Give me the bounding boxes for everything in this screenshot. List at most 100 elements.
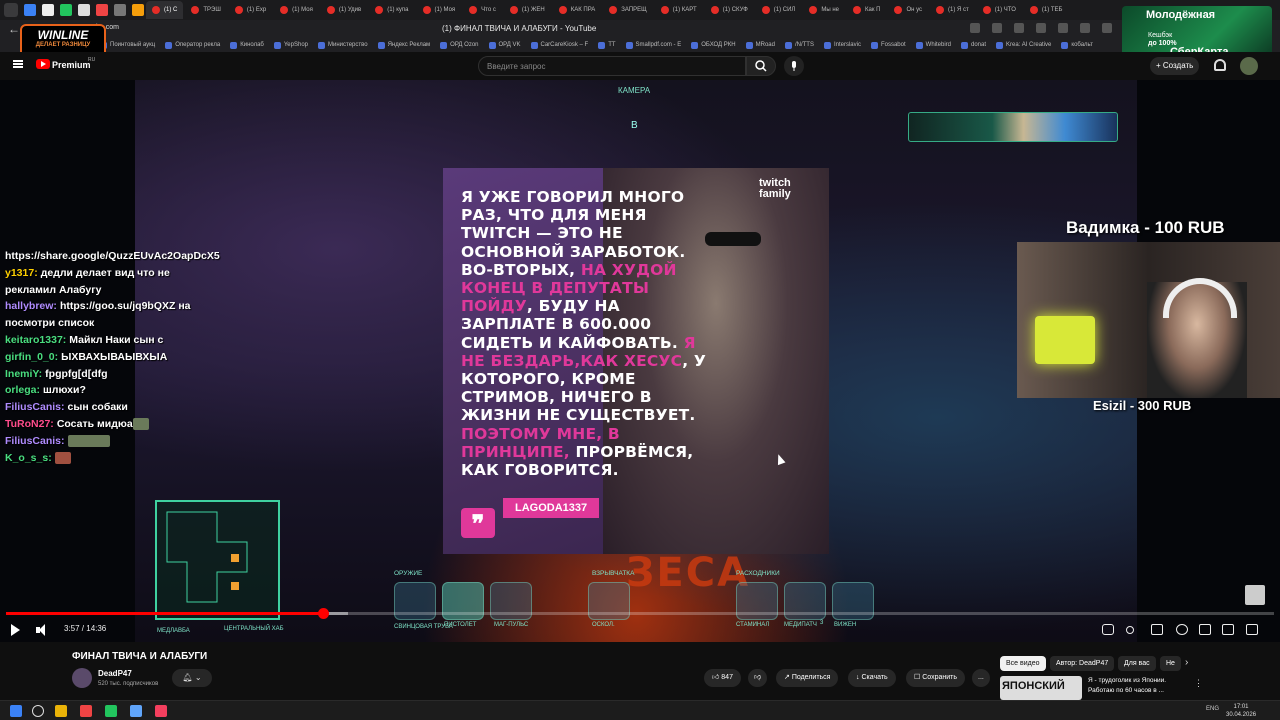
chip-more[interactable]: Не	[1160, 656, 1181, 671]
yandex-browser-icon[interactable]	[80, 705, 92, 717]
search-input[interactable]	[478, 56, 746, 76]
browser-tab[interactable]: (1) СКУФ	[705, 1, 754, 19]
chat-username[interactable]: K_o_s_s:	[5, 452, 52, 464]
recommended-video-title[interactable]: Я - трудоголик из Японии. Работаю по 60 …	[1088, 676, 1186, 696]
chat-username[interactable]: orlega:	[5, 384, 40, 396]
bookmark-item[interactable]: ОРД Ozon	[440, 42, 478, 49]
chat-username[interactable]: TuRoN27:	[5, 418, 54, 430]
chat-username[interactable]: FiliusCanis:	[5, 435, 65, 447]
fullscreen-icon[interactable]	[1246, 624, 1258, 635]
browser-tab[interactable]: Как П	[847, 1, 886, 19]
tab-favicon-icon[interactable]	[24, 4, 36, 16]
chip-for-you[interactable]: Для вас	[1118, 656, 1156, 671]
bookmark-item[interactable]: Кинолаб	[230, 42, 264, 49]
like-button[interactable]: 👍︎ 847	[704, 669, 741, 687]
bookmark-item[interactable]: Fossabot	[871, 42, 906, 49]
browser-tab[interactable]: Он ус	[888, 1, 928, 19]
extension-icon[interactable]	[1058, 23, 1068, 33]
browser-tab[interactable]: (1) Удив	[321, 1, 367, 19]
settings-gear-icon[interactable]	[1176, 624, 1188, 635]
kebab-menu-icon[interactable]: ⋮	[1194, 678, 1203, 689]
extension-icon[interactable]	[1102, 23, 1112, 33]
search-button[interactable]	[746, 56, 776, 76]
extension-icon[interactable]	[1036, 23, 1046, 33]
browser-tab[interactable]: Что с	[463, 1, 502, 19]
bookmark-item[interactable]: YepShop	[274, 42, 308, 49]
dislike-button[interactable]: 👎︎	[748, 669, 768, 687]
video-player[interactable]: КАМЕРА B ЗЕСА twitch family Я уже говори…	[0, 80, 1280, 642]
channel-watermark[interactable]	[1245, 585, 1265, 605]
browser-tab[interactable]: (1) ЧТО	[977, 1, 1022, 19]
download-button[interactable]: ↓ Скачать	[848, 669, 896, 687]
bookmark-item[interactable]: donat	[961, 42, 986, 49]
tab-favicon-icon[interactable]	[96, 4, 108, 16]
browser-tab[interactable]: ЗАПРЕЩ	[603, 1, 653, 19]
bookmark-item[interactable]: Оператор рекла	[165, 42, 220, 49]
chat-username[interactable]: keitaro1337:	[5, 334, 66, 346]
tab-favicon-icon[interactable]	[60, 4, 72, 16]
browser-tab[interactable]: КАК ПРА	[553, 1, 602, 19]
tab-favicon-icon[interactable]	[132, 4, 144, 16]
bookmark-item[interactable]: Министерство	[318, 42, 368, 49]
app-icon[interactable]	[155, 705, 167, 717]
chat-username[interactable]: girfin_0_0:	[5, 351, 58, 363]
window-menu-icon[interactable]	[4, 3, 18, 17]
autoplay-toggle-icon[interactable]	[1126, 626, 1134, 634]
youtube-premium-label[interactable]: Premium	[52, 60, 91, 70]
bookmark-icon[interactable]	[970, 23, 980, 33]
chat-username[interactable]: FiliusCanis:	[5, 401, 65, 413]
chip-all-videos[interactable]: Все видео	[1000, 656, 1046, 671]
browser-tab[interactable]: (1) СИЛ	[756, 1, 802, 19]
account-avatar[interactable]	[1240, 57, 1258, 75]
miniplayer-icon[interactable]	[1199, 624, 1211, 635]
play-icon[interactable]	[11, 624, 20, 636]
save-button[interactable]: ☐ Сохранить	[906, 669, 966, 687]
channel-name[interactable]: DeadP47	[98, 669, 132, 678]
bookmark-item[interactable]: TT	[598, 42, 615, 49]
browser-tab[interactable]: (1) Я ст	[930, 1, 975, 19]
progress-bar[interactable]	[6, 608, 1274, 619]
extension-icon[interactable]	[1080, 23, 1090, 33]
bookmark-item[interactable]: ОРД VK	[489, 42, 521, 49]
browser-tab[interactable]: (1) ТЕБ	[1024, 1, 1069, 19]
youtube-logo-icon[interactable]	[36, 59, 50, 69]
recommended-video-thumbnail[interactable]: ЯПОНСКИЙ	[1000, 676, 1082, 700]
create-button[interactable]: + Создать	[1150, 57, 1200, 75]
browser-tab[interactable]: ТРЭШ	[185, 1, 226, 19]
browser-tab[interactable]: (1) ЖЕН	[504, 1, 551, 19]
bookmark-item[interactable]: MRoad	[746, 42, 775, 49]
chat-username[interactable]: hallybrew:	[5, 300, 57, 312]
cast-icon[interactable]	[1222, 624, 1234, 635]
channel-avatar[interactable]	[72, 668, 92, 688]
search-icon[interactable]	[32, 705, 44, 717]
app-icon[interactable]	[130, 705, 142, 717]
bookmark-item[interactable]: Поинтовый аукц	[100, 42, 155, 49]
chat-username[interactable]: InemiY:	[5, 368, 42, 380]
extension-icon[interactable]	[992, 23, 1002, 33]
browser-tab[interactable]: (1) Моя	[274, 1, 319, 19]
back-arrow-icon[interactable]: ←	[8, 22, 20, 36]
browser-tab[interactable]: (1) купа	[369, 1, 414, 19]
file-explorer-icon[interactable]	[55, 705, 67, 717]
bookmark-item[interactable]: ОБХОД РКН	[691, 42, 735, 49]
browser-tab[interactable]: Мы не	[803, 1, 845, 19]
sponsorblock-icon[interactable]	[1102, 624, 1114, 635]
tab-favicon-icon[interactable]	[78, 4, 90, 16]
tab-favicon-icon[interactable]	[42, 4, 54, 16]
browser-tab-active[interactable]: (1) С	[146, 1, 184, 19]
browser-tab[interactable]: (1) Exp	[229, 1, 272, 19]
bookmark-item[interactable]: Interslavic	[824, 42, 861, 49]
bookmark-item[interactable]: Whitebird	[916, 42, 951, 49]
bookmark-item[interactable]: кобальт	[1061, 42, 1093, 49]
more-actions-button[interactable]: ...	[972, 669, 990, 687]
browser-tab[interactable]: (1) КАРТ	[655, 1, 703, 19]
subscription-bell-button[interactable]: 🔔︎ ⌄	[172, 669, 212, 687]
notifications-bell-icon[interactable]	[1214, 59, 1226, 71]
bookmark-item[interactable]: CarCareKiosk – F	[531, 42, 589, 49]
share-button[interactable]: ↗ Поделиться	[776, 669, 839, 687]
volume-icon[interactable]	[36, 624, 48, 636]
chip-author[interactable]: Автор: DeadP47	[1050, 656, 1115, 671]
browser-tab[interactable]: (1) Моя	[417, 1, 462, 19]
bookmark-item[interactable]: Яндекс Реклам	[378, 42, 431, 49]
chat-username[interactable]: y1317:	[5, 267, 38, 279]
